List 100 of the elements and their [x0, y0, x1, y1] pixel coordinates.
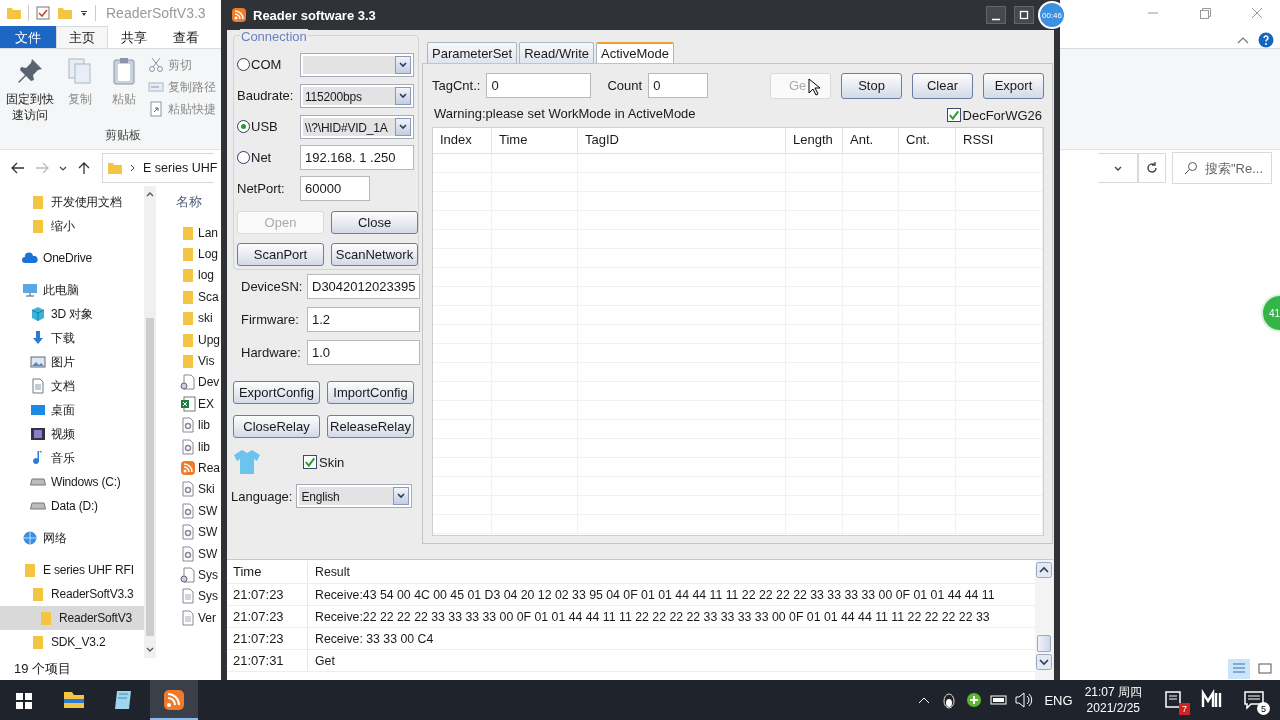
tab[interactable]: ParameterSet [427, 42, 518, 63]
file-name[interactable]: EX [198, 396, 214, 411]
nav-item[interactable]: 视频 [0, 422, 144, 446]
clock[interactable]: 21:07 周四 2021/2/25 [1084, 684, 1142, 716]
ribbon-tab[interactable]: 查看 [160, 26, 212, 48]
checkmark-icon [947, 109, 960, 121]
radio-button[interactable]: COM [237, 57, 282, 72]
radio-button[interactable]: USB [237, 119, 278, 134]
dec-checkbox[interactable]: DecForWG26 [946, 107, 1042, 123]
file-name[interactable]: Log [198, 247, 219, 262]
input-field[interactable]: 1.2 [307, 307, 420, 332]
ribbon-button[interactable]: 固定到快速访问 [4, 55, 56, 123]
nav-item[interactable]: 此电脑 [0, 278, 144, 302]
file-name[interactable]: Ski [198, 482, 215, 497]
file-name[interactable]: SW [198, 525, 218, 540]
up-icon[interactable] [76, 160, 92, 176]
action-button[interactable]: Close [331, 211, 418, 234]
nav-item[interactable]: ReaderSoftV3 [0, 606, 144, 630]
back-icon[interactable] [10, 160, 26, 176]
nav-item[interactable]: SDK_V3.2 [0, 630, 144, 654]
file-name[interactable]: log [198, 268, 214, 283]
file-name[interactable]: Sys [198, 567, 218, 582]
file-name[interactable]: Dev [198, 375, 220, 390]
input-field[interactable]: 0 [648, 73, 709, 98]
input-field[interactable]: 60000 [300, 176, 370, 201]
action-button[interactable]: Stop [841, 72, 902, 99]
ribbon-tab[interactable]: 文件 [0, 26, 56, 48]
nav-item[interactable]: 3D 对象 [0, 302, 144, 326]
tab[interactable]: ActiveMode [596, 42, 674, 63]
input-field[interactable]: D3042012023395 [307, 274, 420, 299]
column-header[interactable]: Length [786, 128, 843, 153]
refresh-button[interactable] [1138, 153, 1166, 183]
column-header[interactable]: TagID [578, 128, 786, 153]
search-field[interactable]: 搜索"Re... [1172, 152, 1272, 184]
file-name[interactable]: lib [198, 418, 210, 433]
file-name[interactable]: Ver [198, 610, 216, 625]
maximize-button[interactable] [1014, 6, 1034, 24]
nav-item[interactable]: OneDrive [0, 246, 144, 270]
nav-item[interactable]: E series UHF RFI [0, 558, 144, 582]
chat-icon[interactable] [1243, 689, 1265, 711]
file-name[interactable]: Rea [198, 461, 220, 475]
file-name[interactable]: Sca [198, 289, 219, 304]
skin-checkbox[interactable]: Skin [303, 454, 345, 470]
scroll-up-icon[interactable] [1036, 562, 1052, 578]
input-language[interactable]: ENG [1044, 692, 1073, 708]
tab[interactable]: Read/Write [519, 42, 594, 63]
ribbon-tab[interactable]: 共享 [108, 26, 160, 48]
dropdown[interactable]: \\?\HID#VID_1A [300, 114, 414, 139]
column-header[interactable]: Cnt. [899, 128, 956, 153]
folder-icon [180, 353, 196, 370]
nav-item[interactable]: 下载 [0, 326, 144, 350]
minimize-button[interactable] [986, 6, 1006, 24]
radio-button[interactable]: Net [237, 150, 272, 165]
ribbon-tab[interactable]: 主页 [56, 26, 108, 48]
properties-icon[interactable] [35, 5, 51, 21]
rss-icon[interactable] [150, 680, 198, 720]
file-name[interactable]: Vis [198, 354, 215, 369]
column-header[interactable]: Index [433, 128, 492, 153]
language-dropdown[interactable]: English [296, 484, 413, 508]
file-name[interactable]: Upg [198, 332, 220, 347]
nav-item[interactable]: 桌面 [0, 398, 144, 422]
nav-item[interactable]: 缩小 [0, 214, 144, 238]
action-button[interactable]: ExportConfig [233, 381, 320, 404]
nav-item[interactable]: 网络 [0, 526, 144, 550]
input-field[interactable]: 0 [486, 73, 592, 98]
scroll-down-icon[interactable] [1036, 654, 1052, 670]
column-header[interactable]: 名称 [176, 190, 202, 214]
file-name[interactable]: Sys [198, 589, 218, 604]
nav-item[interactable]: 音乐 [0, 446, 144, 470]
input-field[interactable]: 1.0 [307, 340, 420, 365]
nav-item[interactable]: 图片 [0, 350, 144, 374]
file-name[interactable]: ski [198, 311, 213, 326]
file-name[interactable]: Lan [198, 225, 219, 240]
action-button[interactable]: ImportConfig [327, 381, 414, 404]
column-header[interactable]: Result [308, 564, 350, 579]
dropdown[interactable]: 115200bps [300, 83, 414, 108]
column-header[interactable]: Ant. [843, 128, 899, 153]
dropdown[interactable] [300, 52, 414, 77]
nav-item[interactable]: Windows (C:) [0, 470, 144, 494]
column-header[interactable]: Time [492, 128, 578, 153]
action-button[interactable]: ReleaseRelay [327, 415, 414, 438]
help-icon[interactable] [1258, 32, 1274, 48]
file-name[interactable]: SW [198, 503, 218, 518]
column-header[interactable]: Time [227, 561, 308, 582]
action-button[interactable]: Export [983, 72, 1044, 99]
nav-item[interactable]: 文档 [0, 374, 144, 398]
action-button[interactable]: Clear [912, 72, 973, 99]
action-button[interactable]: ScanNetwork [331, 243, 418, 266]
nav-item[interactable]: Data (D:) [0, 494, 144, 518]
file-name[interactable]: lib [198, 439, 210, 454]
dropdown-icon[interactable] [79, 8, 89, 18]
input-field[interactable]: 192.168. 1 .250 [300, 145, 414, 170]
column-header[interactable]: RSSI [956, 128, 1043, 153]
action-button[interactable]: ScanPort [237, 243, 324, 266]
action-button[interactable]: CloseRelay [233, 415, 320, 438]
scroll-thumb[interactable] [146, 318, 154, 636]
file-name[interactable]: SW [198, 546, 218, 561]
scroll-thumb[interactable] [1037, 635, 1051, 652]
nav-item[interactable]: 开发使用文档 [0, 190, 144, 214]
nav-item[interactable]: ReaderSoftV3.3 [0, 582, 144, 606]
